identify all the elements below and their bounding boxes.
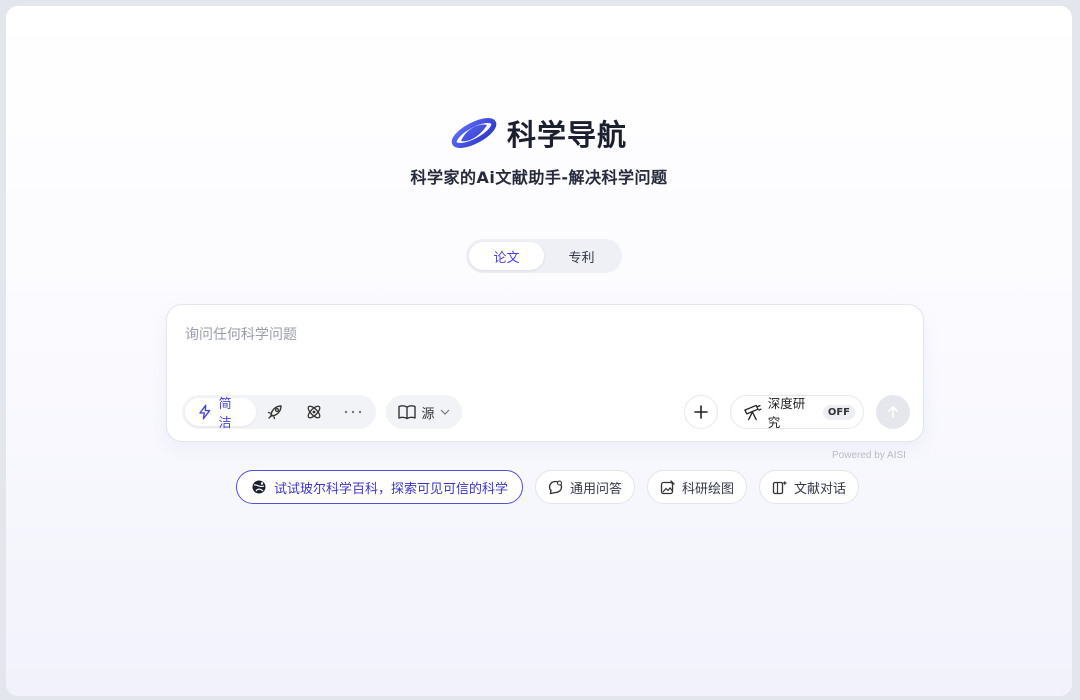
suggestion-chips: 试试玻尔科学百科，探索可见可信的科学 通用问答 科研绘图 文献对话	[236, 470, 860, 504]
deep-research-toggle[interactable]: 深度研究 OFF	[730, 395, 864, 430]
lightning-icon	[199, 404, 211, 420]
more-dots-icon	[345, 410, 362, 414]
chip-label: 通用问答	[570, 481, 623, 497]
app-window: 科学导航 科学家的Ai文献助手-解决科学问题 论文 专利 简洁	[6, 6, 1072, 696]
chip-label: 试试玻尔科学百科，探索可见可信的科学	[274, 481, 509, 497]
image-edit-icon	[660, 479, 675, 494]
mode-rocket-button[interactable]	[256, 398, 295, 426]
attach-button[interactable]	[684, 395, 718, 429]
arrow-up-icon	[888, 406, 898, 418]
chip-bohrium-encyclopedia[interactable]: 试试玻尔科学百科，探索可见可信的科学	[236, 470, 524, 504]
document-chat-icon	[772, 480, 787, 494]
source-dropdown[interactable]: 源	[386, 395, 462, 429]
chip-general-qa[interactable]: 通用问答	[535, 470, 636, 504]
chip-document-chat[interactable]: 文献对话	[759, 470, 860, 504]
book-icon	[398, 405, 417, 420]
brand-name: 科学导航	[506, 118, 627, 152]
brand-subtitle: 科学家的Ai文献助手-解决科学问题	[410, 168, 668, 187]
atom-icon	[308, 405, 321, 419]
search-input[interactable]	[185, 323, 885, 347]
mode-concise-button[interactable]: 简洁	[185, 397, 256, 431]
telescope-icon	[744, 404, 762, 421]
powered-by-text: Powered by AISI	[832, 450, 906, 461]
science-globe-icon	[252, 480, 266, 494]
search-panel: 简洁	[166, 304, 924, 442]
deep-research-status-badge: OFF	[822, 404, 855, 420]
mode-concise-label: 简洁	[218, 397, 232, 431]
rocket-icon	[268, 405, 283, 420]
chat-icon	[548, 479, 563, 494]
tab-patents[interactable]: 专利	[544, 242, 619, 270]
deep-research-label: 深度研究	[767, 396, 806, 430]
search-type-tabs: 论文 专利	[466, 239, 622, 273]
plus-icon	[694, 405, 708, 419]
chip-label: 科研绘图	[682, 481, 735, 497]
planet-logo-icon	[451, 117, 497, 149]
brand-header: 科学导航	[6, 112, 1072, 154]
mode-atom-button[interactable]	[295, 398, 334, 426]
tab-papers[interactable]: 论文	[469, 242, 544, 270]
source-label: 源	[421, 406, 435, 422]
mode-selector: 简洁	[182, 395, 376, 431]
mode-more-button[interactable]	[334, 398, 373, 426]
chevron-down-icon	[440, 409, 449, 415]
send-button[interactable]	[876, 395, 910, 429]
chip-research-drawing[interactable]: 科研绘图	[647, 470, 748, 504]
chip-label: 文献对话	[794, 481, 847, 497]
